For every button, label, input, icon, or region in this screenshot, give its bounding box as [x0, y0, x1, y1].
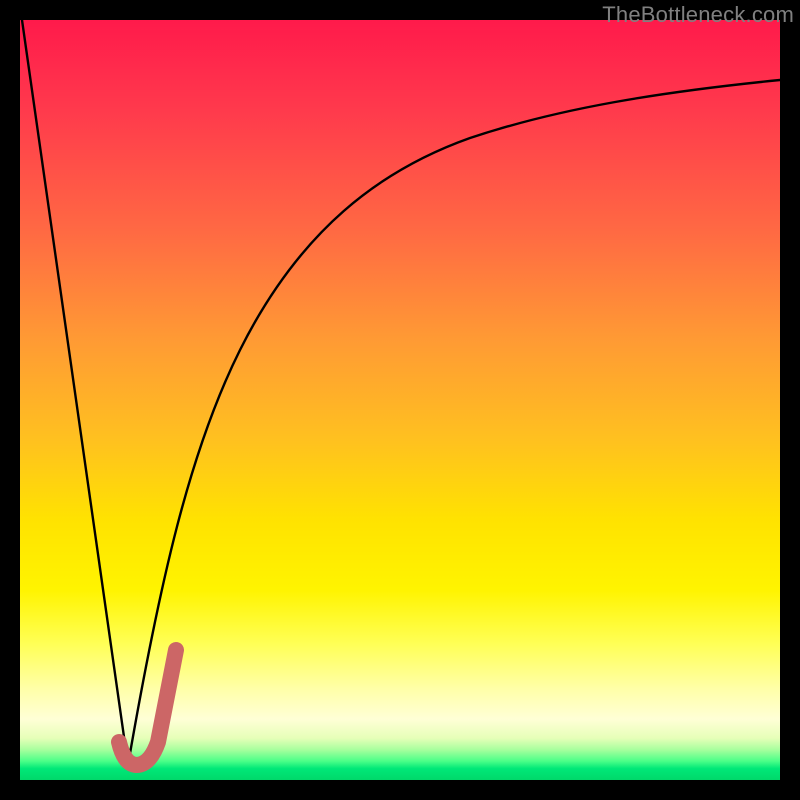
right-curve-line [128, 80, 780, 765]
watermark-text: TheBottleneck.com [602, 2, 794, 28]
curve-layer [20, 20, 780, 780]
left-descent-line [22, 20, 128, 765]
j-marker [119, 650, 176, 765]
chart-stage: TheBottleneck.com [0, 0, 800, 800]
plot-area [20, 20, 780, 780]
